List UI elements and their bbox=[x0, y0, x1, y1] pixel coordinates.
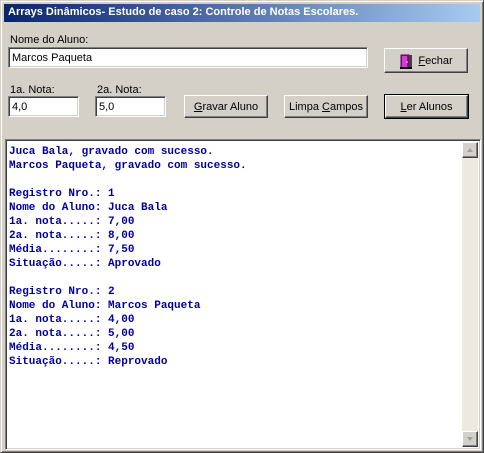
output-line: Situação.....: Aprovado bbox=[9, 258, 161, 270]
nota1-label: 1a. Nota: bbox=[10, 84, 55, 96]
window-title: Arrays Dinâmicos- Estudo de caso 2: Cont… bbox=[8, 6, 359, 18]
nota2-field[interactable] bbox=[95, 96, 166, 117]
nota2-label: 2a. Nota: bbox=[97, 84, 142, 96]
gravar-aluno-button[interactable]: Gravar Aluno bbox=[184, 95, 268, 118]
output-memo[interactable]: Juca Bala, gravado com sucesso. Marcos Pa… bbox=[5, 139, 481, 450]
limpa-label: ampos bbox=[329, 100, 363, 113]
arrow-up-icon bbox=[467, 148, 473, 152]
main-window: Arrays Dinâmicos- Estudo de caso 2: Cont… bbox=[0, 0, 484, 453]
output-line: 1a. nota.....: 7,00 bbox=[9, 216, 135, 228]
arrow-down-icon bbox=[467, 437, 473, 441]
limpa-label-pre: Limpa bbox=[288, 100, 323, 113]
fechar-button[interactable]: Fechar bbox=[384, 48, 468, 73]
output-line: Nome do Aluno: Juca Bala bbox=[9, 202, 168, 214]
ler-alunos-button[interactable]: Ler Alunos bbox=[384, 94, 469, 119]
nome-aluno-field[interactable] bbox=[8, 47, 368, 68]
output-text: Juca Bala, gravado com sucesso. Marcos Pa… bbox=[9, 145, 463, 369]
output-line: Marcos Paqueta, gravado com sucesso. bbox=[9, 160, 247, 172]
nota2-input[interactable] bbox=[98, 99, 163, 114]
door-exit-icon bbox=[399, 53, 413, 69]
nome-aluno-input[interactable] bbox=[11, 50, 365, 65]
nota1-input[interactable] bbox=[11, 99, 76, 114]
vertical-scrollbar[interactable] bbox=[462, 142, 478, 447]
nota1-field[interactable] bbox=[8, 96, 79, 117]
output-line: 1a. nota.....: 4,00 bbox=[9, 314, 135, 326]
output-line: 2a. nota.....: 5,00 bbox=[9, 328, 135, 340]
output-line: Registro Nro.: 1 bbox=[9, 188, 115, 200]
scroll-up-button[interactable] bbox=[462, 142, 478, 158]
output-line: Registro Nro.: 2 bbox=[9, 286, 115, 298]
output-line: Juca Bala, gravado com sucesso. bbox=[9, 146, 214, 158]
output-line: 2a. nota.....: 8,00 bbox=[9, 230, 135, 242]
limpa-campos-button[interactable]: Limpa Campos bbox=[284, 95, 368, 118]
output-line: Média........: 4,50 bbox=[9, 342, 135, 354]
scroll-down-button[interactable] bbox=[462, 431, 478, 447]
output-line: Nome do Aluno: Marcos Paqueta bbox=[9, 300, 201, 312]
fechar-label: echar bbox=[425, 54, 453, 67]
nome-aluno-label: Nome do Aluno: bbox=[10, 34, 89, 46]
limpa-hotkey: C bbox=[322, 100, 330, 113]
output-line: Média........: 7,50 bbox=[9, 244, 135, 256]
gravar-label: ravar Aluno bbox=[202, 100, 259, 113]
ler-label: er Alunos bbox=[406, 100, 453, 113]
output-line: Situação.....: Reprovado bbox=[9, 356, 168, 368]
title-bar[interactable]: Arrays Dinâmicos- Estudo de caso 2: Cont… bbox=[4, 4, 480, 22]
